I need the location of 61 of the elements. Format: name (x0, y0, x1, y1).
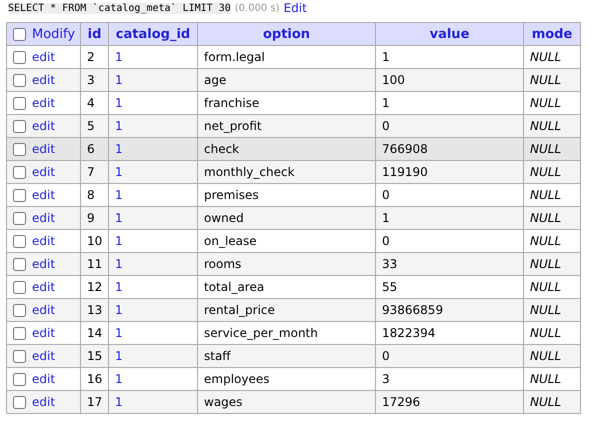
edit-link[interactable]: edit (32, 96, 56, 110)
edit-link[interactable]: edit (32, 372, 56, 386)
column-header[interactable]: mode (524, 22, 580, 46)
edit-link[interactable]: edit (32, 303, 56, 317)
catalog-link[interactable]: 1 (115, 395, 123, 409)
row-checkbox[interactable] (13, 280, 26, 294)
select-all-checkbox[interactable] (13, 28, 26, 40)
edit-link[interactable]: edit (32, 395, 56, 409)
catalog-link[interactable]: 1 (115, 73, 123, 87)
catalog-link[interactable]: 1 (115, 234, 123, 248)
column-header[interactable]: catalog_id (108, 22, 198, 46)
row-checkbox[interactable] (13, 96, 26, 110)
table-cell: 17 (80, 390, 108, 414)
catalog-link[interactable]: 1 (115, 50, 123, 64)
catalog-link[interactable]: 1 (115, 257, 123, 271)
column-header[interactable]: option (198, 22, 376, 46)
row-checkbox[interactable] (13, 74, 26, 86)
row-checkbox[interactable] (13, 304, 26, 316)
row-checkbox[interactable] (13, 258, 26, 270)
row-checkbox[interactable] (13, 166, 26, 178)
row-checkbox[interactable] (13, 188, 26, 202)
table-cell: NULL (524, 390, 580, 414)
edit-link[interactable]: edit (32, 280, 56, 294)
catalog-link[interactable]: 1 (115, 165, 123, 179)
row-checkbox[interactable] (13, 350, 26, 362)
row-checkbox[interactable] (13, 120, 26, 132)
row-checkbox[interactable] (13, 212, 26, 224)
catalog-link[interactable]: 1 (115, 326, 123, 340)
catalog-link[interactable]: 1 (115, 211, 123, 225)
catalog-link[interactable]: 1 (115, 188, 123, 202)
table-cell: 17296 (376, 390, 524, 414)
catalog-link[interactable]: 1 (115, 119, 123, 133)
catalog-link[interactable]: 1 (115, 372, 123, 386)
edit-link[interactable]: edit (32, 73, 56, 87)
row-checkbox[interactable] (13, 50, 26, 64)
catalog-link[interactable]: 1 (115, 349, 123, 363)
edit-link[interactable]: edit (32, 349, 56, 363)
row-checkbox[interactable] (13, 142, 26, 156)
catalog-link[interactable]: 1 (115, 280, 123, 294)
edit-link[interactable]: edit (32, 50, 56, 64)
edit-link[interactable]: edit (32, 119, 56, 133)
edit-link[interactable]: edit (32, 234, 56, 248)
catalog-link[interactable]: 1 (115, 303, 123, 317)
column-header[interactable]: id (80, 22, 108, 46)
row-checkbox[interactable] (13, 326, 26, 340)
edit-link[interactable]: Edit (284, 1, 307, 15)
edit-link[interactable]: edit (32, 165, 56, 179)
catalog-link[interactable]: 1 (115, 96, 123, 110)
edit-link[interactable]: edit (32, 188, 56, 202)
table-cell: wages (198, 390, 376, 414)
edit-link[interactable]: edit (32, 326, 56, 340)
edit-link[interactable]: edit (32, 211, 56, 225)
query-time: (0.000 s) (234, 2, 280, 14)
row-checkbox[interactable] (13, 234, 26, 248)
edit-link[interactable]: edit (32, 142, 56, 156)
catalog-link[interactable]: 1 (115, 142, 123, 156)
column-header[interactable]: value (376, 22, 524, 46)
row-checkbox[interactable] (13, 396, 26, 408)
row-checkbox[interactable] (13, 372, 26, 386)
sql-query: SELECT * FROM `catalog_meta` LIMIT 30 (8, 2, 231, 14)
edit-link[interactable]: edit (32, 257, 56, 271)
